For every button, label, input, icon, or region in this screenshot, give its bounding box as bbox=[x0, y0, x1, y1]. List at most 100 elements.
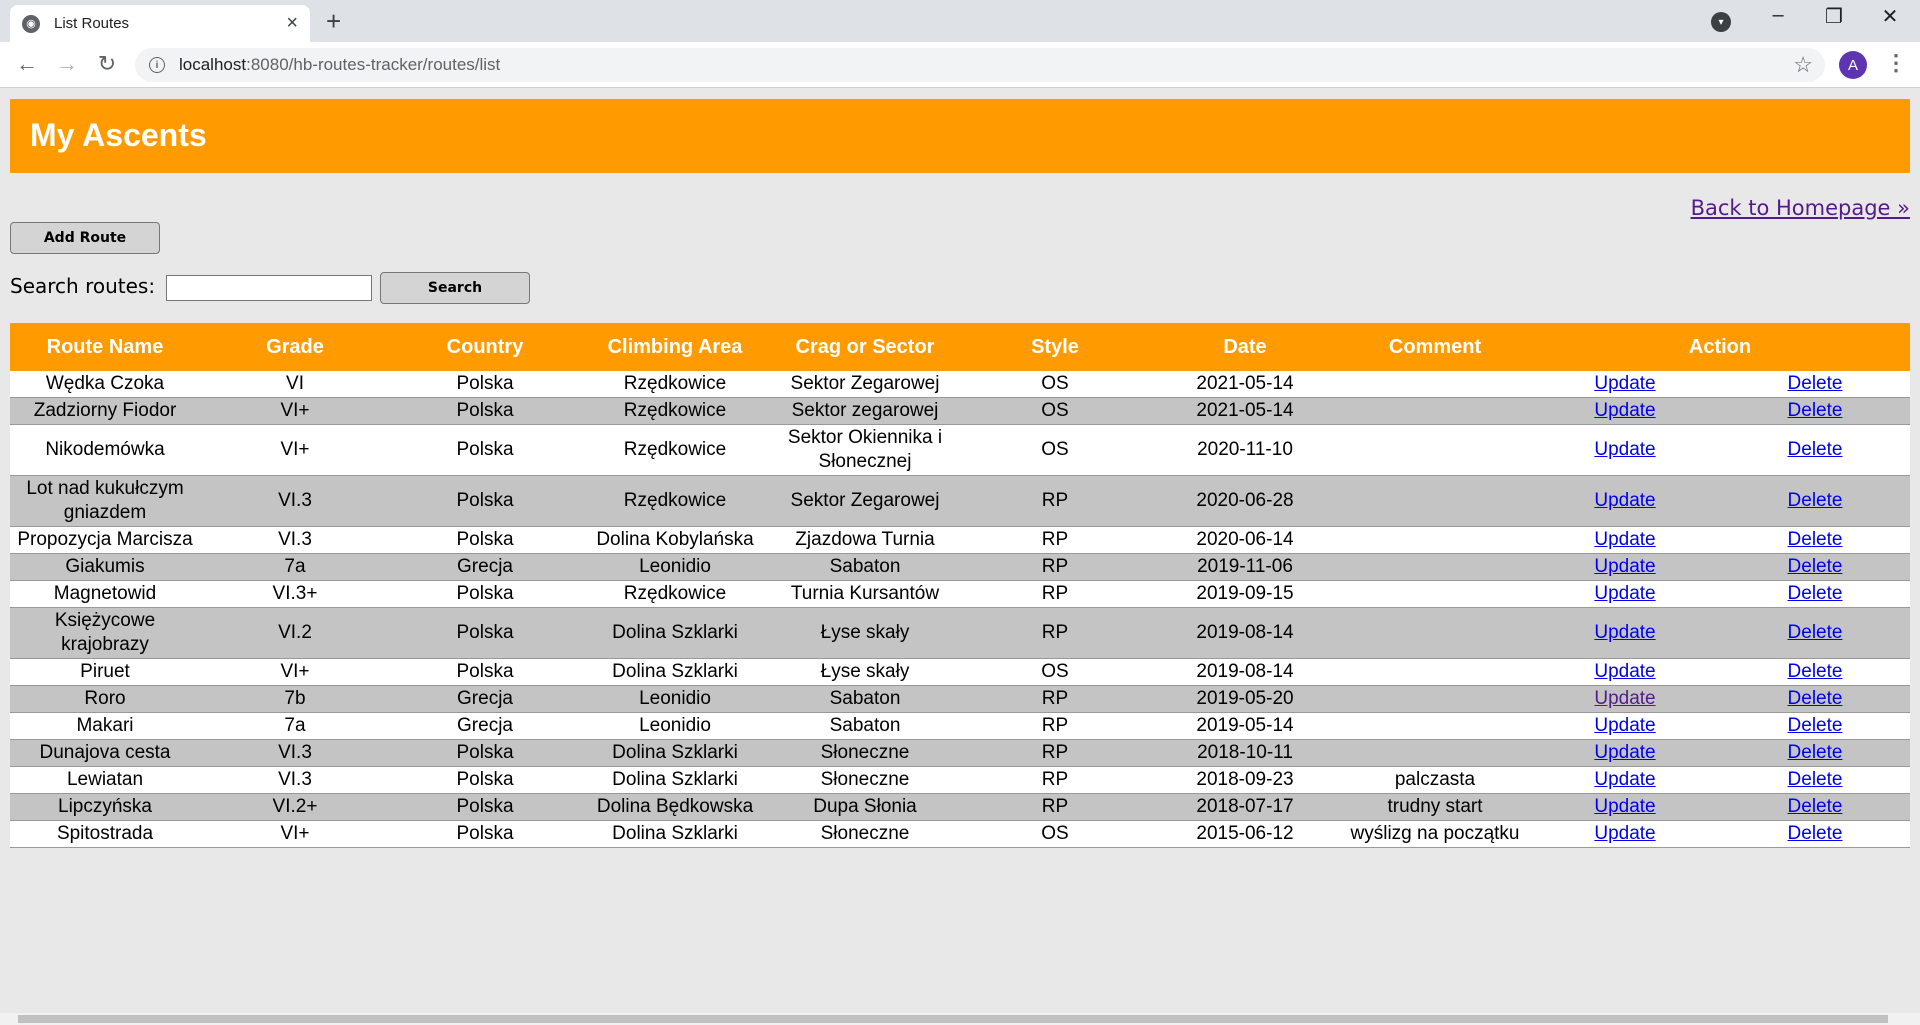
delete-link[interactable]: Delete bbox=[1788, 400, 1843, 421]
table-row: Piruet VI+ Polska Dolina Szklarki Łyse skały… bbox=[10, 658, 1910, 686]
cell-grade: VI.2 bbox=[200, 607, 390, 659]
cell-style: RP bbox=[960, 793, 1150, 821]
update-link[interactable]: Update bbox=[1594, 622, 1655, 643]
update-link[interactable]: Update bbox=[1594, 583, 1655, 604]
delete-link[interactable]: Delete bbox=[1788, 373, 1843, 394]
search-button[interactable]: Search bbox=[380, 272, 530, 304]
cell-country: Grecja bbox=[390, 712, 580, 740]
tab-search-icon[interactable]: ▾ bbox=[1711, 12, 1731, 32]
update-link[interactable]: Update bbox=[1594, 715, 1655, 736]
cell-style: RP bbox=[960, 739, 1150, 767]
cell-grade: VI+ bbox=[200, 658, 390, 686]
cell-crag: Dupa Słonia bbox=[770, 793, 960, 821]
cell-delete: Delete bbox=[1720, 553, 1910, 581]
cell-update: Update bbox=[1530, 397, 1720, 425]
search-input[interactable] bbox=[166, 275, 372, 301]
update-link[interactable]: Update bbox=[1594, 556, 1655, 577]
info-icon[interactable]: i bbox=[149, 57, 165, 73]
address-bar[interactable]: i localhost:8080/hb-routes-tracker/route… bbox=[135, 48, 1825, 82]
cell-crag: Sabaton bbox=[770, 685, 960, 713]
cell-comment: palczasta bbox=[1340, 766, 1530, 794]
update-link[interactable]: Update bbox=[1594, 823, 1655, 844]
cell-date: 2018-09-23 bbox=[1150, 766, 1340, 794]
cell-route-name: Zadziorny Fiodor bbox=[10, 397, 200, 425]
new-tab-icon[interactable]: + bbox=[326, 6, 341, 37]
add-route-button[interactable]: Add Route bbox=[10, 222, 160, 254]
cell-grade: 7a bbox=[200, 712, 390, 740]
cell-delete: Delete bbox=[1720, 793, 1910, 821]
cell-country: Polska bbox=[390, 607, 580, 659]
forward-arrow-icon[interactable]: → bbox=[53, 51, 81, 77]
cell-route-name: Roro bbox=[10, 685, 200, 713]
update-link[interactable]: Update bbox=[1594, 796, 1655, 817]
cell-grade: VI.3 bbox=[200, 739, 390, 767]
delete-link[interactable]: Delete bbox=[1788, 796, 1843, 817]
cell-grade: 7a bbox=[200, 553, 390, 581]
delete-link[interactable]: Delete bbox=[1788, 823, 1843, 844]
cell-grade: VI.3 bbox=[200, 526, 390, 554]
delete-link[interactable]: Delete bbox=[1788, 529, 1843, 550]
update-link[interactable]: Update bbox=[1594, 661, 1655, 682]
table-row: Wędka Czoka VI Polska Rzędkowice Sektor Zega… bbox=[10, 371, 1910, 398]
cell-update: Update bbox=[1530, 526, 1720, 554]
delete-link[interactable]: Delete bbox=[1788, 661, 1843, 682]
delete-link[interactable]: Delete bbox=[1788, 769, 1843, 790]
cell-country: Grecja bbox=[390, 685, 580, 713]
cell-country: Polska bbox=[390, 658, 580, 686]
browser-tab[interactable]: ◉ List Routes × bbox=[10, 5, 310, 42]
cell-comment bbox=[1340, 712, 1530, 740]
delete-link[interactable]: Delete bbox=[1788, 622, 1843, 643]
delete-link[interactable]: Delete bbox=[1788, 715, 1843, 736]
cell-update: Update bbox=[1530, 793, 1720, 821]
url-path: :8080/hb-routes-tracker/routes/list bbox=[246, 55, 501, 74]
delete-link[interactable]: Delete bbox=[1788, 583, 1843, 604]
window-close-icon[interactable]: ✕ bbox=[1862, 4, 1918, 29]
update-link[interactable]: Update bbox=[1594, 529, 1655, 550]
header-grade: Grade bbox=[266, 335, 324, 358]
bookmark-star-icon[interactable]: ☆ bbox=[1793, 52, 1813, 78]
delete-link[interactable]: Delete bbox=[1788, 556, 1843, 577]
update-link[interactable]: Update bbox=[1594, 769, 1655, 790]
page-title: My Ascents bbox=[30, 117, 207, 153]
update-link[interactable]: Update bbox=[1594, 373, 1655, 394]
cell-grade: VI.3 bbox=[200, 766, 390, 794]
cell-update: Update bbox=[1530, 820, 1720, 848]
cell-climbing-area: Dolina Będkowska bbox=[580, 793, 770, 821]
cell-country: Grecja bbox=[390, 553, 580, 581]
globe-icon: ◉ bbox=[22, 14, 40, 33]
update-link[interactable]: Update bbox=[1594, 400, 1655, 421]
scrollbar-thumb[interactable] bbox=[18, 1015, 1888, 1023]
routes-table-body: Wędka Czoka VI Polska Rzędkowice Sektor Zega… bbox=[10, 371, 1910, 848]
delete-link[interactable]: Delete bbox=[1788, 490, 1843, 511]
cell-delete: Delete bbox=[1720, 371, 1910, 398]
cell-delete: Delete bbox=[1720, 526, 1910, 554]
update-link[interactable]: Update bbox=[1594, 688, 1655, 709]
table-row: Nikodemówka VI+ Polska Rzędkowice Sektor Oki… bbox=[10, 424, 1910, 476]
tab-title: List Routes bbox=[54, 15, 130, 32]
cell-climbing-area: Rzędkowice bbox=[580, 475, 770, 527]
cell-crag: Łyse skały bbox=[770, 658, 960, 686]
browser-toolbar: ← → ↻ i localhost:8080/hb-routes-tracker… bbox=[0, 42, 1920, 88]
reload-icon[interactable]: ↻ bbox=[93, 51, 121, 77]
restore-icon[interactable]: ❐ bbox=[1806, 4, 1862, 29]
cell-update: Update bbox=[1530, 712, 1720, 740]
table-row: Lewiatan VI.3 Polska Dolina Szklarki Słonecz… bbox=[10, 766, 1910, 794]
menu-dots-icon[interactable]: ⋮ bbox=[1885, 50, 1907, 76]
cell-route-name: Giakumis bbox=[10, 553, 200, 581]
table-row: Spitostrada VI+ Polska Dolina Szklarki Słone… bbox=[10, 820, 1910, 848]
update-link[interactable]: Update bbox=[1594, 439, 1655, 460]
cell-style: RP bbox=[960, 526, 1150, 554]
cell-style: RP bbox=[960, 685, 1150, 713]
back-to-homepage-link[interactable]: Back to Homepage » bbox=[1691, 196, 1910, 220]
minimize-icon[interactable]: – bbox=[1750, 4, 1806, 27]
cell-date: 2020-06-28 bbox=[1150, 475, 1340, 527]
update-link[interactable]: Update bbox=[1594, 490, 1655, 511]
delete-link[interactable]: Delete bbox=[1788, 439, 1843, 460]
delete-link[interactable]: Delete bbox=[1788, 742, 1843, 763]
back-arrow-icon[interactable]: ← bbox=[13, 51, 41, 77]
close-icon[interactable]: × bbox=[286, 12, 298, 35]
update-link[interactable]: Update bbox=[1594, 742, 1655, 763]
profile-avatar[interactable]: A bbox=[1839, 51, 1867, 79]
horizontal-scrollbar[interactable] bbox=[0, 1013, 1920, 1025]
delete-link[interactable]: Delete bbox=[1788, 688, 1843, 709]
